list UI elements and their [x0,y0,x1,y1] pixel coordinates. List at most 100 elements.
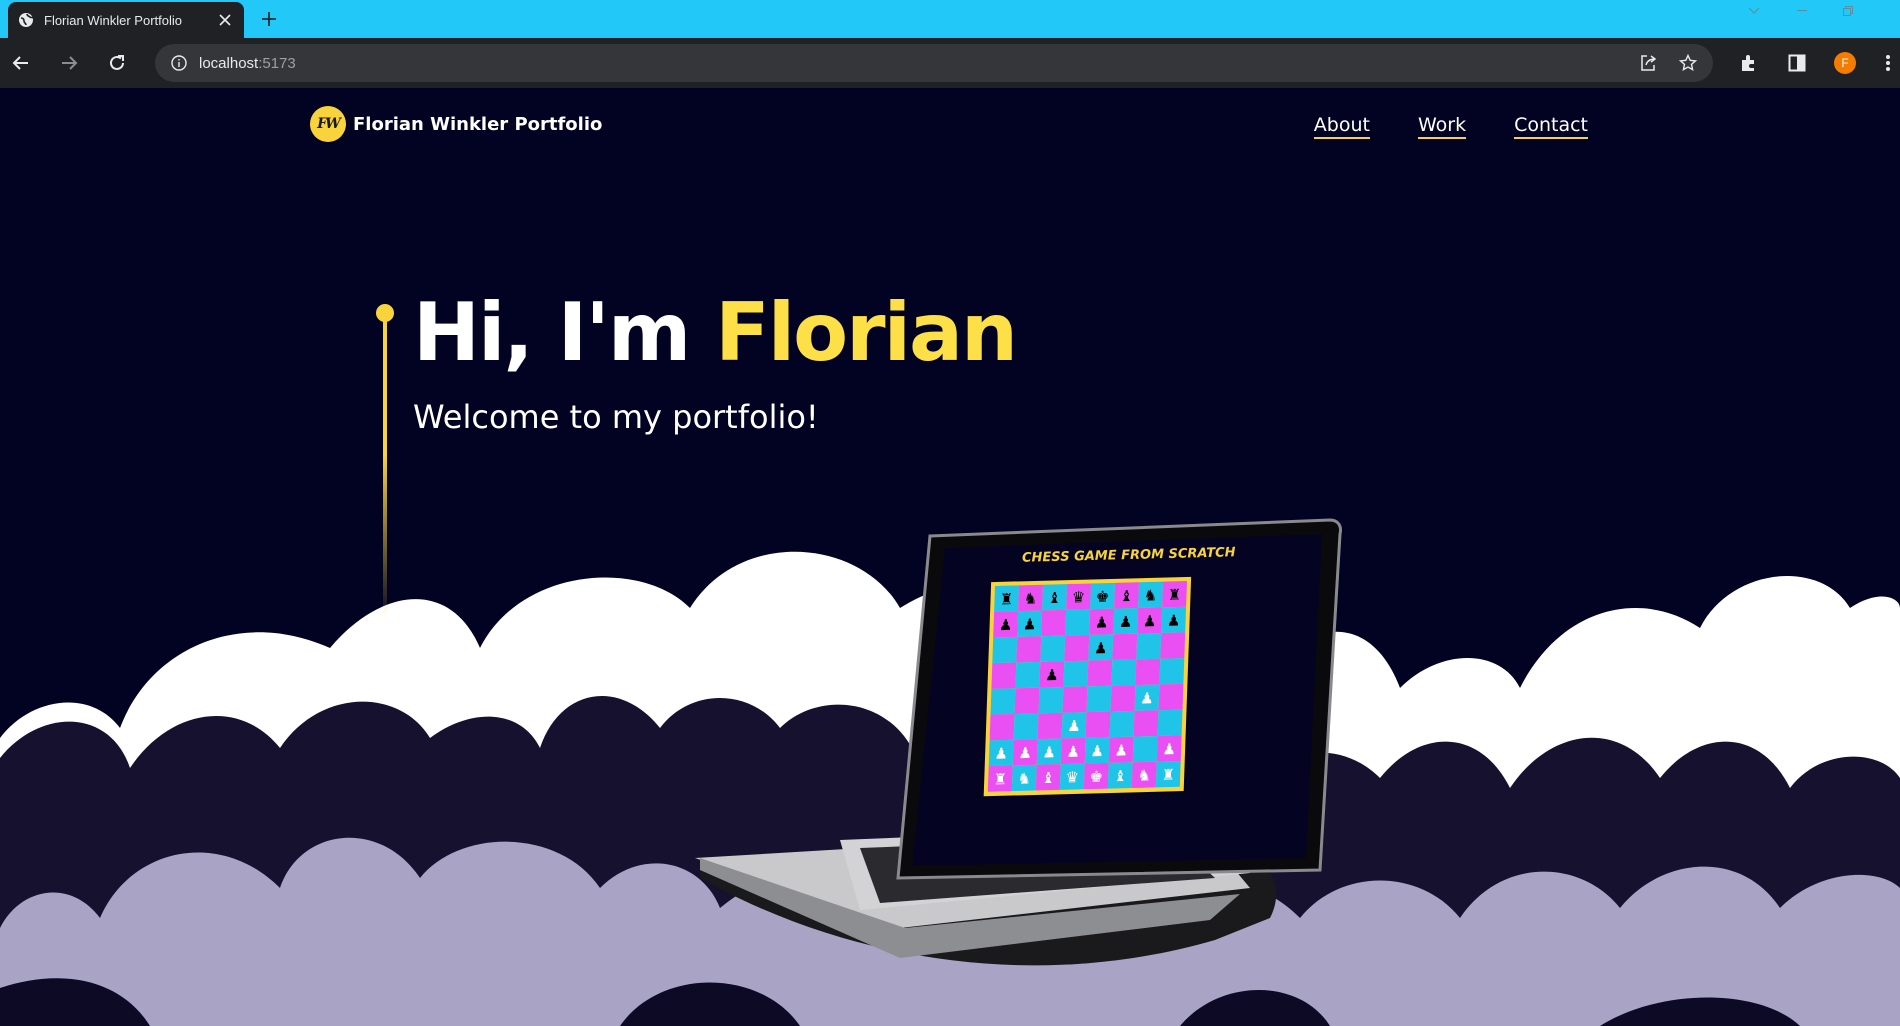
restore-icon[interactable] [1826,0,1870,22]
browser-toolbar: localhost:5173 F [0,38,1900,88]
chess-square [1037,712,1063,740]
chess-square [1109,710,1135,738]
chess-piece: ♝ [1113,767,1127,785]
timeline-line [383,314,387,624]
globe-icon [18,12,34,28]
chess-square [1041,609,1067,637]
chess-piece: ♟ [1119,613,1133,631]
chess-square [1087,660,1113,687]
browser-tab-bar: Florian Winkler Portfolio [0,0,1900,38]
portfolio-page: ♜ ♞ ♝ ♛ ♚ ♝ ♞ ♜ ♟ ♟ ♟ ♟ ♟ ♟ ♟ ♟ ♟ ♟ ♟ ♟ ♟ ♟ ♟ ♟ ♟ ♜ ♞ ♝ ♛ ♚ ♝ ♞ ♜ CHESS … [0,88,1900,1026]
chess-square [1038,687,1064,714]
chess-square [1014,687,1040,714]
chess-piece: ♟ [999,616,1013,634]
chess-piece: ♞ [1023,589,1037,607]
logo-text: Florian Winkler Portfolio [353,113,603,135]
chess-piece: ♟ [1023,615,1037,633]
chess-piece: ♟ [1094,639,1108,657]
hero-title: Hi, I'm Florian [413,286,1018,379]
chess-square [1136,633,1162,660]
profile-initial: F [1834,52,1856,74]
chess-square [1085,711,1111,738]
chess-piece: ♞ [1017,769,1031,787]
chess-piece: ♟ [1045,666,1059,684]
new-tab-button[interactable] [256,6,282,32]
browser-tab[interactable]: Florian Winkler Portfolio [8,2,244,38]
url-port: :5173 [258,54,296,72]
chess-square [1065,609,1091,636]
chess-piece: ♟ [994,744,1008,762]
tab-title: Florian Winkler Portfolio [44,12,182,28]
hero-greeting: Hi, I'm [413,286,716,379]
minimize-icon[interactable] [1780,0,1824,22]
chess-piece: ♜ [999,590,1013,608]
chess-square [990,688,1016,715]
share-icon[interactable] [1633,48,1663,78]
hero-scene: ♜ ♞ ♝ ♛ ♚ ♝ ♞ ♜ ♟ ♟ ♟ ♟ ♟ ♟ ♟ ♟ ♟ ♟ ♟ ♟ ♟ ♟ ♟ ♟ ♟ ♜ ♞ ♝ ♛ ♚ ♝ ♞ ♜ [0,518,1900,1026]
chess-square [1063,660,1089,688]
chess-square [1160,632,1186,659]
chess-square [1064,634,1090,662]
chess-piece: ♚ [1089,768,1103,786]
profile-avatar[interactable]: F [1830,48,1860,78]
hero-subtitle: Welcome to my portfolio! [413,398,819,436]
chess-piece: ♟ [1162,740,1176,758]
chess-square [1133,710,1159,737]
chess-square [1015,661,1041,689]
chess-square [1111,659,1137,686]
chess-square [1040,635,1066,662]
chess-piece: ♟ [1042,743,1056,761]
url-text: localhost:5173 [199,55,296,72]
chess-square [1086,685,1112,713]
chess-piece: ♝ [1041,769,1055,787]
chess-piece: ♛ [1065,768,1079,786]
site-logo[interactable]: FW Florian Winkler Portfolio [310,106,602,142]
chess-piece: ♟ [1140,689,1154,707]
hero-name: Florian [715,286,1018,379]
chess-piece: ♜ [1161,766,1175,784]
main-nav: About Work Contact [1313,114,1588,139]
chess-square [989,713,1015,741]
url-host: localhost [199,54,259,72]
logo-badge: FW [310,106,346,142]
chess-square [1112,633,1138,661]
chess-piece: ♞ [1137,766,1151,784]
chess-piece: ♟ [1090,742,1104,760]
side-panel-icon[interactable] [1782,48,1812,78]
bookmark-star-icon[interactable] [1673,48,1703,78]
chess-square [1132,735,1158,763]
chess-square [1157,709,1183,736]
chess-square [1016,636,1042,663]
chess-piece: ♟ [1095,613,1109,631]
chess-piece: ♟ [1143,612,1157,630]
chess-piece: ♜ [993,770,1007,788]
chess-square [1159,658,1185,685]
chess-square [1158,683,1184,711]
chess-piece: ♞ [1143,586,1157,604]
chess-piece: ♚ [1095,588,1109,606]
extensions-puzzle-icon[interactable] [1734,48,1764,78]
chess-square [1110,685,1136,712]
nav-link-work[interactable]: Work [1417,114,1467,139]
chess-piece: ♟ [1066,742,1080,760]
reload-icon[interactable] [102,48,132,78]
chess-square [991,662,1017,689]
chess-square [1062,686,1088,713]
chess-piece: ♜ [1167,586,1181,604]
site-info-icon[interactable] [169,53,189,73]
chess-square [992,636,1018,664]
chess-square [1013,713,1039,740]
tab-search-icon[interactable] [1732,0,1776,22]
nav-link-about[interactable]: About [1313,114,1370,139]
chess-piece: ♟ [1114,741,1128,759]
chess-piece: ♟ [1018,744,1032,762]
close-icon[interactable] [216,11,234,29]
chess-piece: ♛ [1071,588,1085,606]
chess-piece: ♟ [1167,611,1181,629]
menu-kebab-icon[interactable] [1878,48,1898,78]
address-bar[interactable]: localhost:5173 [155,44,1713,82]
nav-link-contact[interactable]: Contact [1514,114,1588,139]
back-arrow-icon[interactable] [6,48,36,78]
chess-square [1135,658,1161,686]
forward-arrow-icon[interactable] [54,48,84,78]
